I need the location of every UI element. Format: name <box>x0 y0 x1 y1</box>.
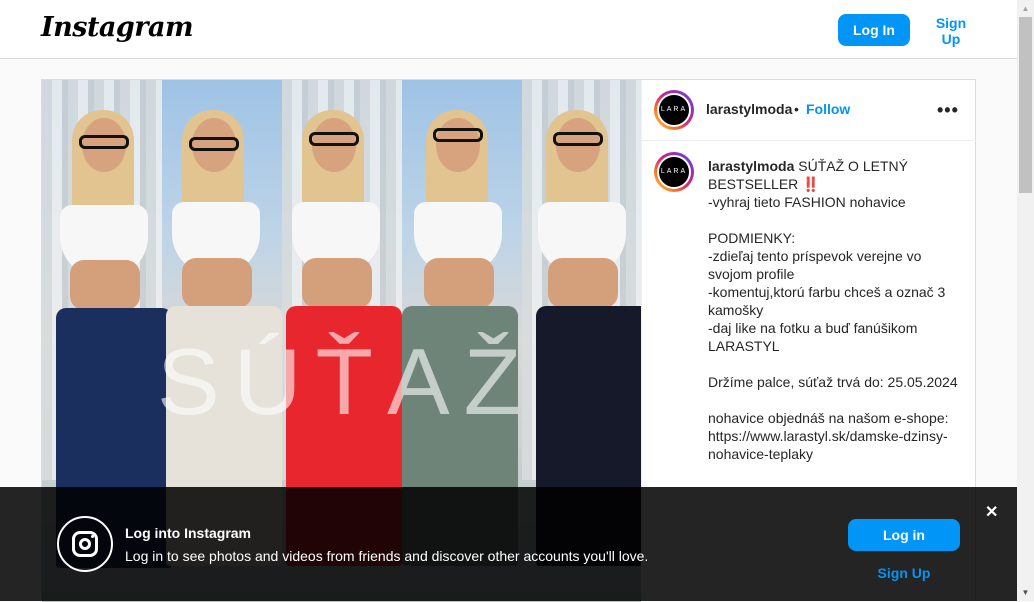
scroll-thumb[interactable] <box>1019 17 1032 193</box>
banner-description: Log in to see photos and videos from fri… <box>125 548 649 564</box>
caption-text: SÚŤAŽ O LETNÝ BESTSELLER ‼️ -vyhraj tiet… <box>708 158 958 462</box>
follow-button[interactable]: Follow <box>806 101 850 117</box>
caption-username[interactable]: larastylmoda <box>708 158 794 174</box>
top-navigation-bar: Instagram Log In Sign Up <box>0 0 1017 59</box>
instagram-camera-icon <box>57 516 113 572</box>
banner-login-button[interactable]: Log in <box>848 519 960 551</box>
page-scrollbar[interactable]: ▲ ▼ <box>1017 0 1034 601</box>
banner-signup-button[interactable]: Sign Up <box>858 562 950 584</box>
avatar[interactable]: LARA <box>654 90 694 130</box>
caption-avatar[interactable]: LARA <box>654 152 694 192</box>
post-header: LARA larastylmoda • Follow ••• <box>642 80 976 141</box>
login-prompt-banner: Log into Instagram Log in to see photos … <box>0 487 1017 601</box>
photo-overlay-text: SÚŤAŽ <box>156 329 536 434</box>
scroll-up-arrow-icon[interactable]: ▲ <box>1017 0 1034 17</box>
login-button[interactable]: Log In <box>838 14 910 46</box>
scroll-down-arrow-icon[interactable]: ▼ <box>1017 584 1034 601</box>
post-username[interactable]: larastylmoda <box>706 101 792 117</box>
more-options-icon[interactable]: ••• <box>937 100 959 121</box>
separator-dot: • <box>794 101 799 117</box>
instagram-logo[interactable]: Instagram <box>41 12 194 43</box>
avatar-logo: LARA <box>657 93 691 127</box>
close-icon[interactable]: ✕ <box>985 502 998 522</box>
signup-button[interactable]: Sign Up <box>920 14 982 47</box>
banner-title: Log into Instagram <box>125 525 251 541</box>
post-caption: larastylmoda SÚŤAŽ O LETNÝ BESTSELLER ‼️… <box>708 157 958 463</box>
avatar-logo: LARA <box>657 155 691 189</box>
